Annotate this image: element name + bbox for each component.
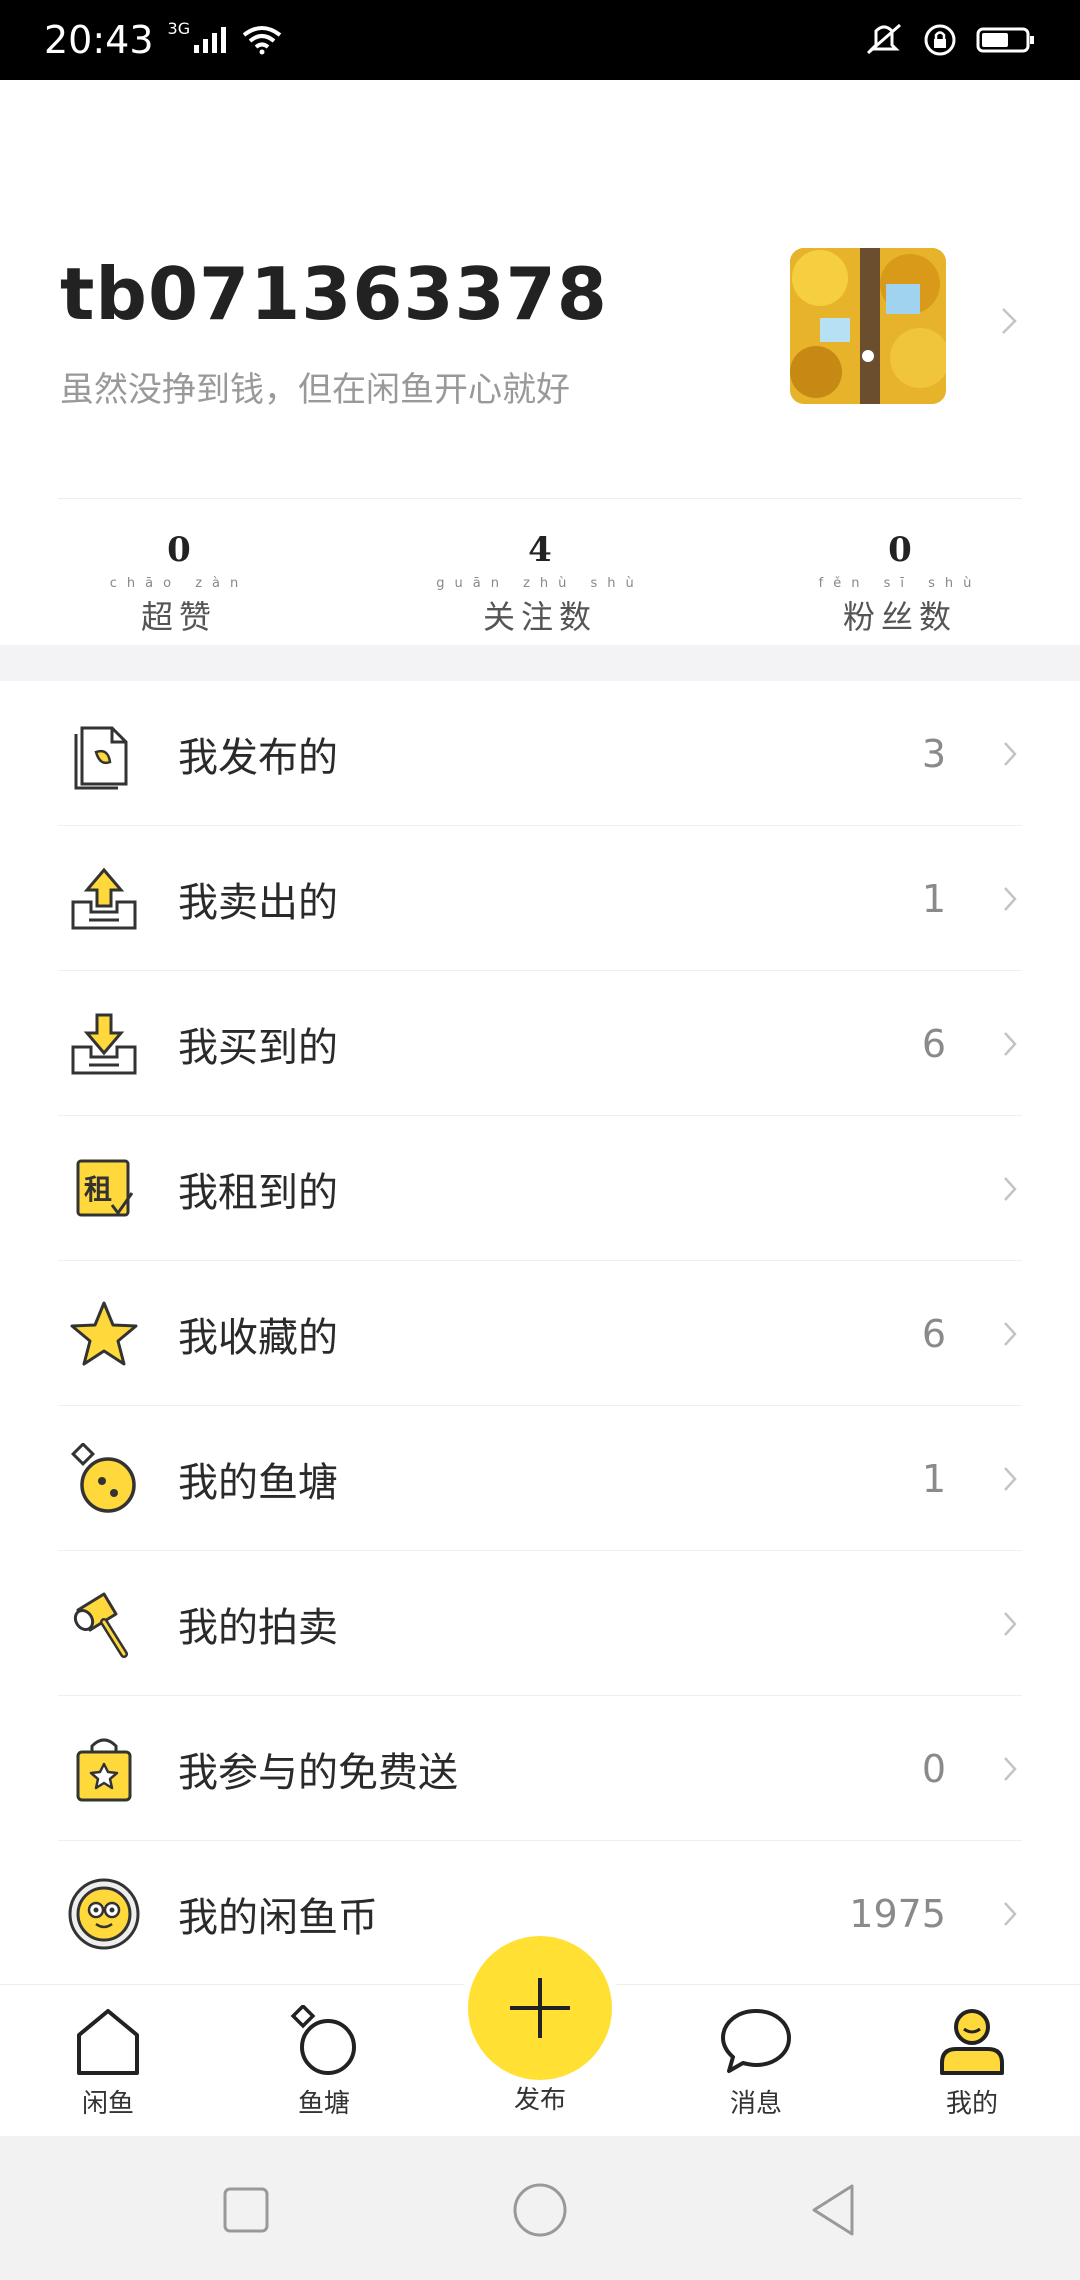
- menu-count: 1975: [849, 1891, 946, 1936]
- network-type: 3G: [167, 18, 191, 38]
- vibrate-mute-icon: [867, 23, 901, 55]
- menu-label: 我参与的免费送: [178, 1749, 458, 1796]
- system-nav-bar: [0, 2136, 1080, 2280]
- menu-list: 我发布的 3 我卖出的 1 我买到的 6 租 我租到的 我收藏的 6 我的鱼塘 …: [0, 681, 1080, 1986]
- rent-icon: 租: [68, 1153, 140, 1225]
- tab-mine[interactable]: 我的: [902, 2005, 1042, 2120]
- chevron-right-icon: [1004, 1756, 1017, 1781]
- stat-fans[interactable]: 0 fěn sī shù 粉丝数: [780, 530, 1020, 638]
- profile-header[interactable]: tb071363378 虽然没挣到钱，但在闲鱼开心就好 0 chāo zàn 超…: [0, 80, 1080, 645]
- pond-icon: [290, 2005, 356, 2075]
- svg-text:租: 租: [84, 1173, 112, 1206]
- menu-count: 1: [921, 876, 946, 921]
- stat-value: 0: [888, 530, 912, 570]
- tab-home[interactable]: 闲鱼: [38, 2005, 178, 2120]
- username: tb071363378: [60, 252, 608, 336]
- stat-pinyin: chāo zàn: [109, 576, 249, 591]
- signal-icon: [194, 27, 227, 53]
- menu-item-rented[interactable]: 租 我租到的: [0, 1116, 1080, 1261]
- tab-label: 鱼塘: [297, 2089, 350, 2119]
- upload-tray-icon: [68, 863, 140, 935]
- menu-label: 我租到的: [178, 1169, 338, 1216]
- chevron-right-icon: [1004, 1611, 1017, 1636]
- publish-button[interactable]: [468, 1936, 612, 2080]
- gift-bag-icon: [68, 1733, 140, 1805]
- stat-label-text: 关注数: [482, 598, 597, 636]
- plus-icon: [510, 1978, 570, 2038]
- stat-pinyin: guān zhù shù: [436, 576, 644, 591]
- section-separator: [0, 645, 1080, 681]
- menu-label: 我收藏的: [178, 1314, 338, 1361]
- wifi-icon: [242, 26, 282, 55]
- menu-label: 我买到的: [178, 1024, 338, 1071]
- menu-label: 我的闲鱼币: [178, 1894, 378, 1941]
- recent-apps-icon[interactable]: [222, 2186, 270, 2234]
- home-icon: [77, 2009, 139, 2075]
- menu-item-published[interactable]: 我发布的 3: [0, 681, 1080, 826]
- avatar-image: [790, 248, 946, 404]
- tab-label: 闲鱼: [81, 2089, 134, 2119]
- stat-likes[interactable]: 0 chāo zàn 超赞: [59, 530, 299, 638]
- menu-label: 我的拍卖: [178, 1604, 338, 1651]
- menu-item-free-giveaway[interactable]: 我参与的免费送 0: [0, 1696, 1080, 1841]
- stat-label-text: 粉丝数: [842, 598, 957, 636]
- chevron-right-icon: [1004, 1466, 1017, 1491]
- divider: [58, 498, 1022, 499]
- menu-label: 我卖出的: [178, 879, 338, 926]
- rotation-lock-icon: [924, 24, 956, 56]
- profile-icon: [940, 2009, 1004, 2075]
- stat-following[interactable]: 4 guān zhù shù 关注数: [420, 530, 660, 638]
- stat-pinyin: fěn sī shù: [818, 576, 982, 591]
- menu-label: 我的鱼塘: [178, 1459, 338, 1506]
- chevron-right-icon: [1004, 741, 1017, 766]
- menu-item-bought[interactable]: 我买到的 6: [0, 971, 1080, 1116]
- chevron-right-icon: [1004, 1176, 1017, 1201]
- menu-count: 1: [921, 1456, 946, 1501]
- clock: 20:43: [44, 18, 154, 62]
- menu-item-pond[interactable]: 我的鱼塘 1: [0, 1406, 1080, 1551]
- menu-item-sold[interactable]: 我卖出的 1: [0, 826, 1080, 971]
- pond-icon: [68, 1442, 140, 1515]
- back-icon[interactable]: [808, 2182, 858, 2238]
- stat-value: 4: [528, 530, 552, 570]
- menu-label: 我发布的: [178, 734, 338, 781]
- stat-label-text: 超赞: [140, 598, 217, 636]
- document-icon: [68, 718, 140, 790]
- chevron-right-icon: [1004, 1321, 1017, 1346]
- menu-count: 3: [921, 731, 946, 776]
- chevron-right-icon: [1004, 1901, 1017, 1926]
- stat-label: fěn sī shù 粉丝数: [780, 576, 1020, 638]
- stat-label: chāo zàn 超赞: [59, 576, 299, 638]
- auction-hammer-icon: [68, 1588, 140, 1660]
- avatar[interactable]: [790, 248, 946, 404]
- tab-pond[interactable]: 鱼塘: [254, 2005, 394, 2120]
- chevron-right-icon: [1004, 886, 1017, 911]
- menu-count: 6: [921, 1021, 946, 1066]
- coin-icon: [68, 1878, 140, 1950]
- message-icon: [721, 2009, 791, 2073]
- menu-item-favorites[interactable]: 我收藏的 6: [0, 1261, 1080, 1406]
- tab-label: 消息: [729, 2089, 782, 2119]
- profile-bio: 虽然没挣到钱，但在闲鱼开心就好: [60, 370, 570, 410]
- stat-label: guān zhù shù 关注数: [420, 576, 660, 638]
- tab-messages[interactable]: 消息: [686, 2005, 826, 2120]
- menu-item-auction[interactable]: 我的拍卖: [0, 1551, 1080, 1696]
- tab-label: 我的: [945, 2089, 998, 2119]
- chevron-right-icon: [1004, 1031, 1017, 1056]
- menu-count: 6: [921, 1311, 946, 1356]
- stat-value: 0: [167, 530, 191, 570]
- star-icon: [68, 1298, 140, 1370]
- download-tray-icon: [68, 1008, 140, 1080]
- home-circle-icon[interactable]: [512, 2182, 568, 2238]
- battery-icon: [976, 27, 1034, 53]
- menu-count: 0: [921, 1746, 946, 1791]
- chevron-right-icon: [1002, 308, 1017, 334]
- tab-label: 发布: [513, 2085, 566, 2115]
- status-bar: 20:43 3G: [0, 0, 1080, 80]
